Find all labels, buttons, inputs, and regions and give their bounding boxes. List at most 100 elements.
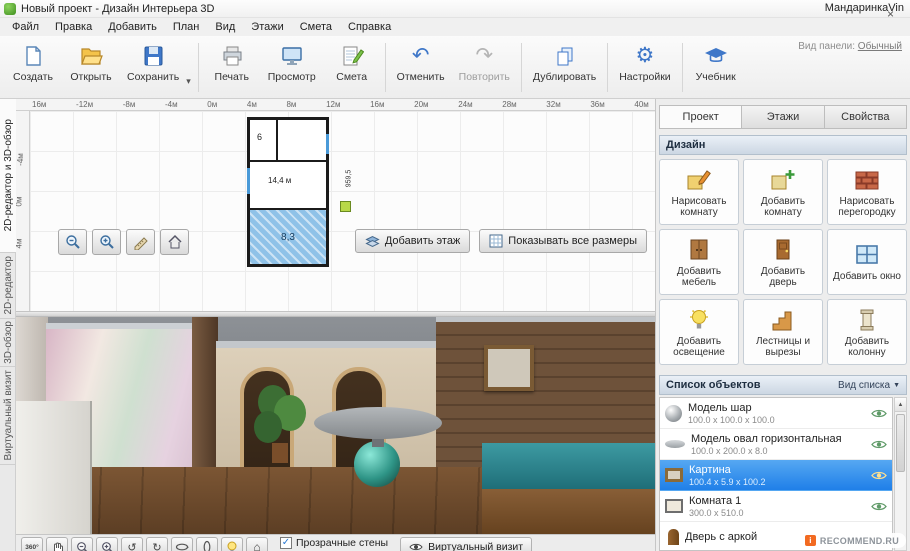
draw-room-button[interactable]: Нарисовать комнату bbox=[659, 159, 739, 225]
draw-room-icon bbox=[686, 167, 712, 193]
window-icon bbox=[854, 242, 880, 268]
floor-plan[interactable]: 8,3 6 14,4 м 959,5 bbox=[235, 113, 345, 269]
add-light-button[interactable]: Добавить освещение bbox=[659, 299, 739, 365]
save-button[interactable]: Сохранить bbox=[120, 40, 186, 85]
menu-estimate[interactable]: Смета bbox=[292, 19, 340, 35]
add-furniture-button[interactable]: Добавить мебель bbox=[659, 229, 739, 295]
scrollbar-thumb[interactable] bbox=[896, 414, 905, 472]
view-360-button[interactable]: 360° bbox=[21, 537, 43, 551]
plan-window bbox=[326, 134, 329, 154]
checkbox-checked-icon[interactable]: ✓ bbox=[280, 537, 292, 549]
stairs-button[interactable]: Лестницы и вырезы bbox=[743, 299, 823, 365]
toolbar-separator bbox=[385, 43, 386, 92]
orbit-horizontal-button[interactable] bbox=[171, 537, 193, 551]
menu-add[interactable]: Добавить bbox=[100, 19, 165, 35]
2d-plan-canvas[interactable]: 8,3 6 14,4 м 959,5 bbox=[30, 111, 655, 311]
transparent-walls-option[interactable]: ✓ Прозрачные стены bbox=[280, 537, 388, 549]
tab-virtual-visit[interactable]: Виртуальный визит bbox=[0, 367, 16, 465]
zoom-out-button[interactable] bbox=[58, 229, 87, 255]
tab-floors[interactable]: Этажи bbox=[742, 105, 824, 129]
duplicate-button[interactable]: Дублировать bbox=[526, 40, 603, 85]
3d-teal-sphere-base bbox=[354, 441, 400, 487]
zoom-out-icon bbox=[65, 234, 81, 250]
open-button[interactable]: Открыть bbox=[62, 40, 120, 85]
3d-plant bbox=[252, 381, 310, 477]
rotate-ccw-icon: ↺ bbox=[127, 541, 136, 551]
menu-view[interactable]: Вид bbox=[207, 19, 243, 35]
door-icon bbox=[770, 237, 796, 263]
new-project-button[interactable]: Создать bbox=[4, 40, 62, 85]
duplicate-pages-icon bbox=[553, 43, 577, 69]
measure-button[interactable] bbox=[126, 229, 155, 255]
door-object-icon bbox=[668, 529, 679, 545]
rotate-right-button[interactable]: ↻ bbox=[146, 537, 168, 551]
tab-3d-view[interactable]: 3D-обзор bbox=[0, 319, 16, 367]
estimate-button[interactable]: Смета bbox=[323, 40, 381, 85]
home-view-button[interactable] bbox=[160, 229, 189, 255]
3d-viewport[interactable] bbox=[16, 317, 655, 534]
zoom-in-button[interactable] bbox=[92, 229, 121, 255]
recommend-logo-icon: i bbox=[805, 535, 816, 546]
scroll-up-arrow-icon[interactable]: ▲ bbox=[895, 398, 906, 412]
right-panel-tabs: Проект Этажи Свойства bbox=[659, 105, 907, 129]
add-column-button[interactable]: Добавить колонну bbox=[827, 299, 907, 365]
lighting-button[interactable] bbox=[221, 537, 243, 551]
monitor-icon bbox=[280, 43, 304, 69]
menu-file[interactable]: Файл bbox=[4, 19, 47, 35]
editor-column: 16м-12м -8м-4м 0м4м 8м12м 16м20м 24м28м … bbox=[16, 99, 655, 551]
view-list-dropdown[interactable]: Вид списка ▼ bbox=[838, 380, 900, 391]
object-row[interactable]: Модель овал горизонтальная 100.0 x 200.0… bbox=[660, 429, 892, 460]
add-floor-button[interactable]: Добавить этаж bbox=[355, 229, 470, 253]
print-button[interactable]: Печать bbox=[203, 40, 261, 85]
plan-selection-handle[interactable] bbox=[340, 201, 351, 212]
menu-bar: Файл Правка Добавить План Вид Этажи Смет… bbox=[0, 18, 910, 36]
zoom-in-icon bbox=[99, 234, 115, 250]
plan-dimension-label: 959,5 bbox=[346, 170, 353, 188]
orbit-vertical-button[interactable] bbox=[196, 537, 218, 551]
save-dropdown-caret-icon[interactable]: ▾ bbox=[186, 52, 194, 87]
visibility-eye-icon[interactable] bbox=[871, 470, 887, 481]
add-window-button[interactable]: Добавить окно bbox=[827, 229, 907, 295]
zoom-in-icon bbox=[101, 541, 114, 551]
3d-zoom-out-button[interactable] bbox=[71, 537, 93, 551]
object-row[interactable]: Модель шар 100.0 x 100.0 x 100.0 bbox=[660, 398, 892, 429]
undo-button[interactable]: ↶ Отменить bbox=[390, 40, 452, 85]
3d-home-button[interactable]: ⌂ bbox=[246, 537, 268, 551]
menu-edit[interactable]: Правка bbox=[47, 19, 100, 35]
menu-help[interactable]: Справка bbox=[340, 19, 399, 35]
plan-selected-room[interactable]: 8,3 bbox=[250, 210, 326, 264]
notepad-pencil-icon bbox=[340, 43, 364, 69]
menu-plan[interactable]: План bbox=[165, 19, 208, 35]
menu-floors[interactable]: Этажи bbox=[243, 19, 291, 35]
floor-actions: Добавить этаж Показывать все размеры bbox=[355, 229, 647, 253]
visibility-eye-icon[interactable] bbox=[871, 439, 887, 450]
settings-button[interactable]: ⚙ Настройки bbox=[612, 40, 678, 85]
show-all-sizes-button[interactable]: Показывать все размеры bbox=[479, 229, 647, 253]
visibility-eye-icon[interactable] bbox=[871, 408, 887, 419]
draw-partition-button[interactable]: Нарисовать перегородку bbox=[827, 159, 907, 225]
3d-picture-frame bbox=[484, 345, 534, 391]
pan-hand-button[interactable] bbox=[46, 537, 68, 551]
tab-2d-editor[interactable]: 2D-редактор bbox=[0, 253, 16, 319]
objects-list: Модель шар 100.0 x 100.0 x 100.0 Модель … bbox=[659, 397, 893, 551]
tab-2d-and-3d[interactable]: 2D-редактор и 3D-обзор bbox=[0, 99, 16, 253]
redo-button[interactable]: ↷ Повторить bbox=[452, 40, 517, 85]
add-room-button[interactable]: Добавить комнату bbox=[743, 159, 823, 225]
virtual-visit-button[interactable]: Виртуальный визит bbox=[400, 537, 532, 551]
tutorial-button[interactable]: Учебник bbox=[687, 40, 745, 85]
objects-scrollbar[interactable]: ▲ bbox=[894, 397, 907, 551]
tab-project[interactable]: Проект bbox=[659, 105, 742, 129]
orbit-vertical-icon bbox=[201, 540, 213, 551]
tab-properties[interactable]: Свойства bbox=[825, 105, 907, 129]
rotate-left-button[interactable]: ↺ bbox=[121, 537, 143, 551]
object-row-selected[interactable]: Картина 100.4 x 5.9 x 100.2 bbox=[660, 460, 892, 491]
3d-zoom-in-button[interactable] bbox=[96, 537, 118, 551]
visibility-eye-icon[interactable] bbox=[871, 501, 887, 512]
object-row[interactable]: Комната 1 300.0 x 510.0 bbox=[660, 491, 892, 522]
add-door-button[interactable]: Добавить дверь bbox=[743, 229, 823, 295]
design-section-header: Дизайн bbox=[659, 135, 907, 155]
main-area: 2D-редактор и 3D-обзор 2D-редактор 3D-об… bbox=[0, 99, 910, 551]
panel-view-link[interactable]: Обычный bbox=[858, 41, 902, 52]
preview-button[interactable]: Просмотр bbox=[261, 40, 323, 85]
light-bulb-icon bbox=[226, 541, 238, 551]
